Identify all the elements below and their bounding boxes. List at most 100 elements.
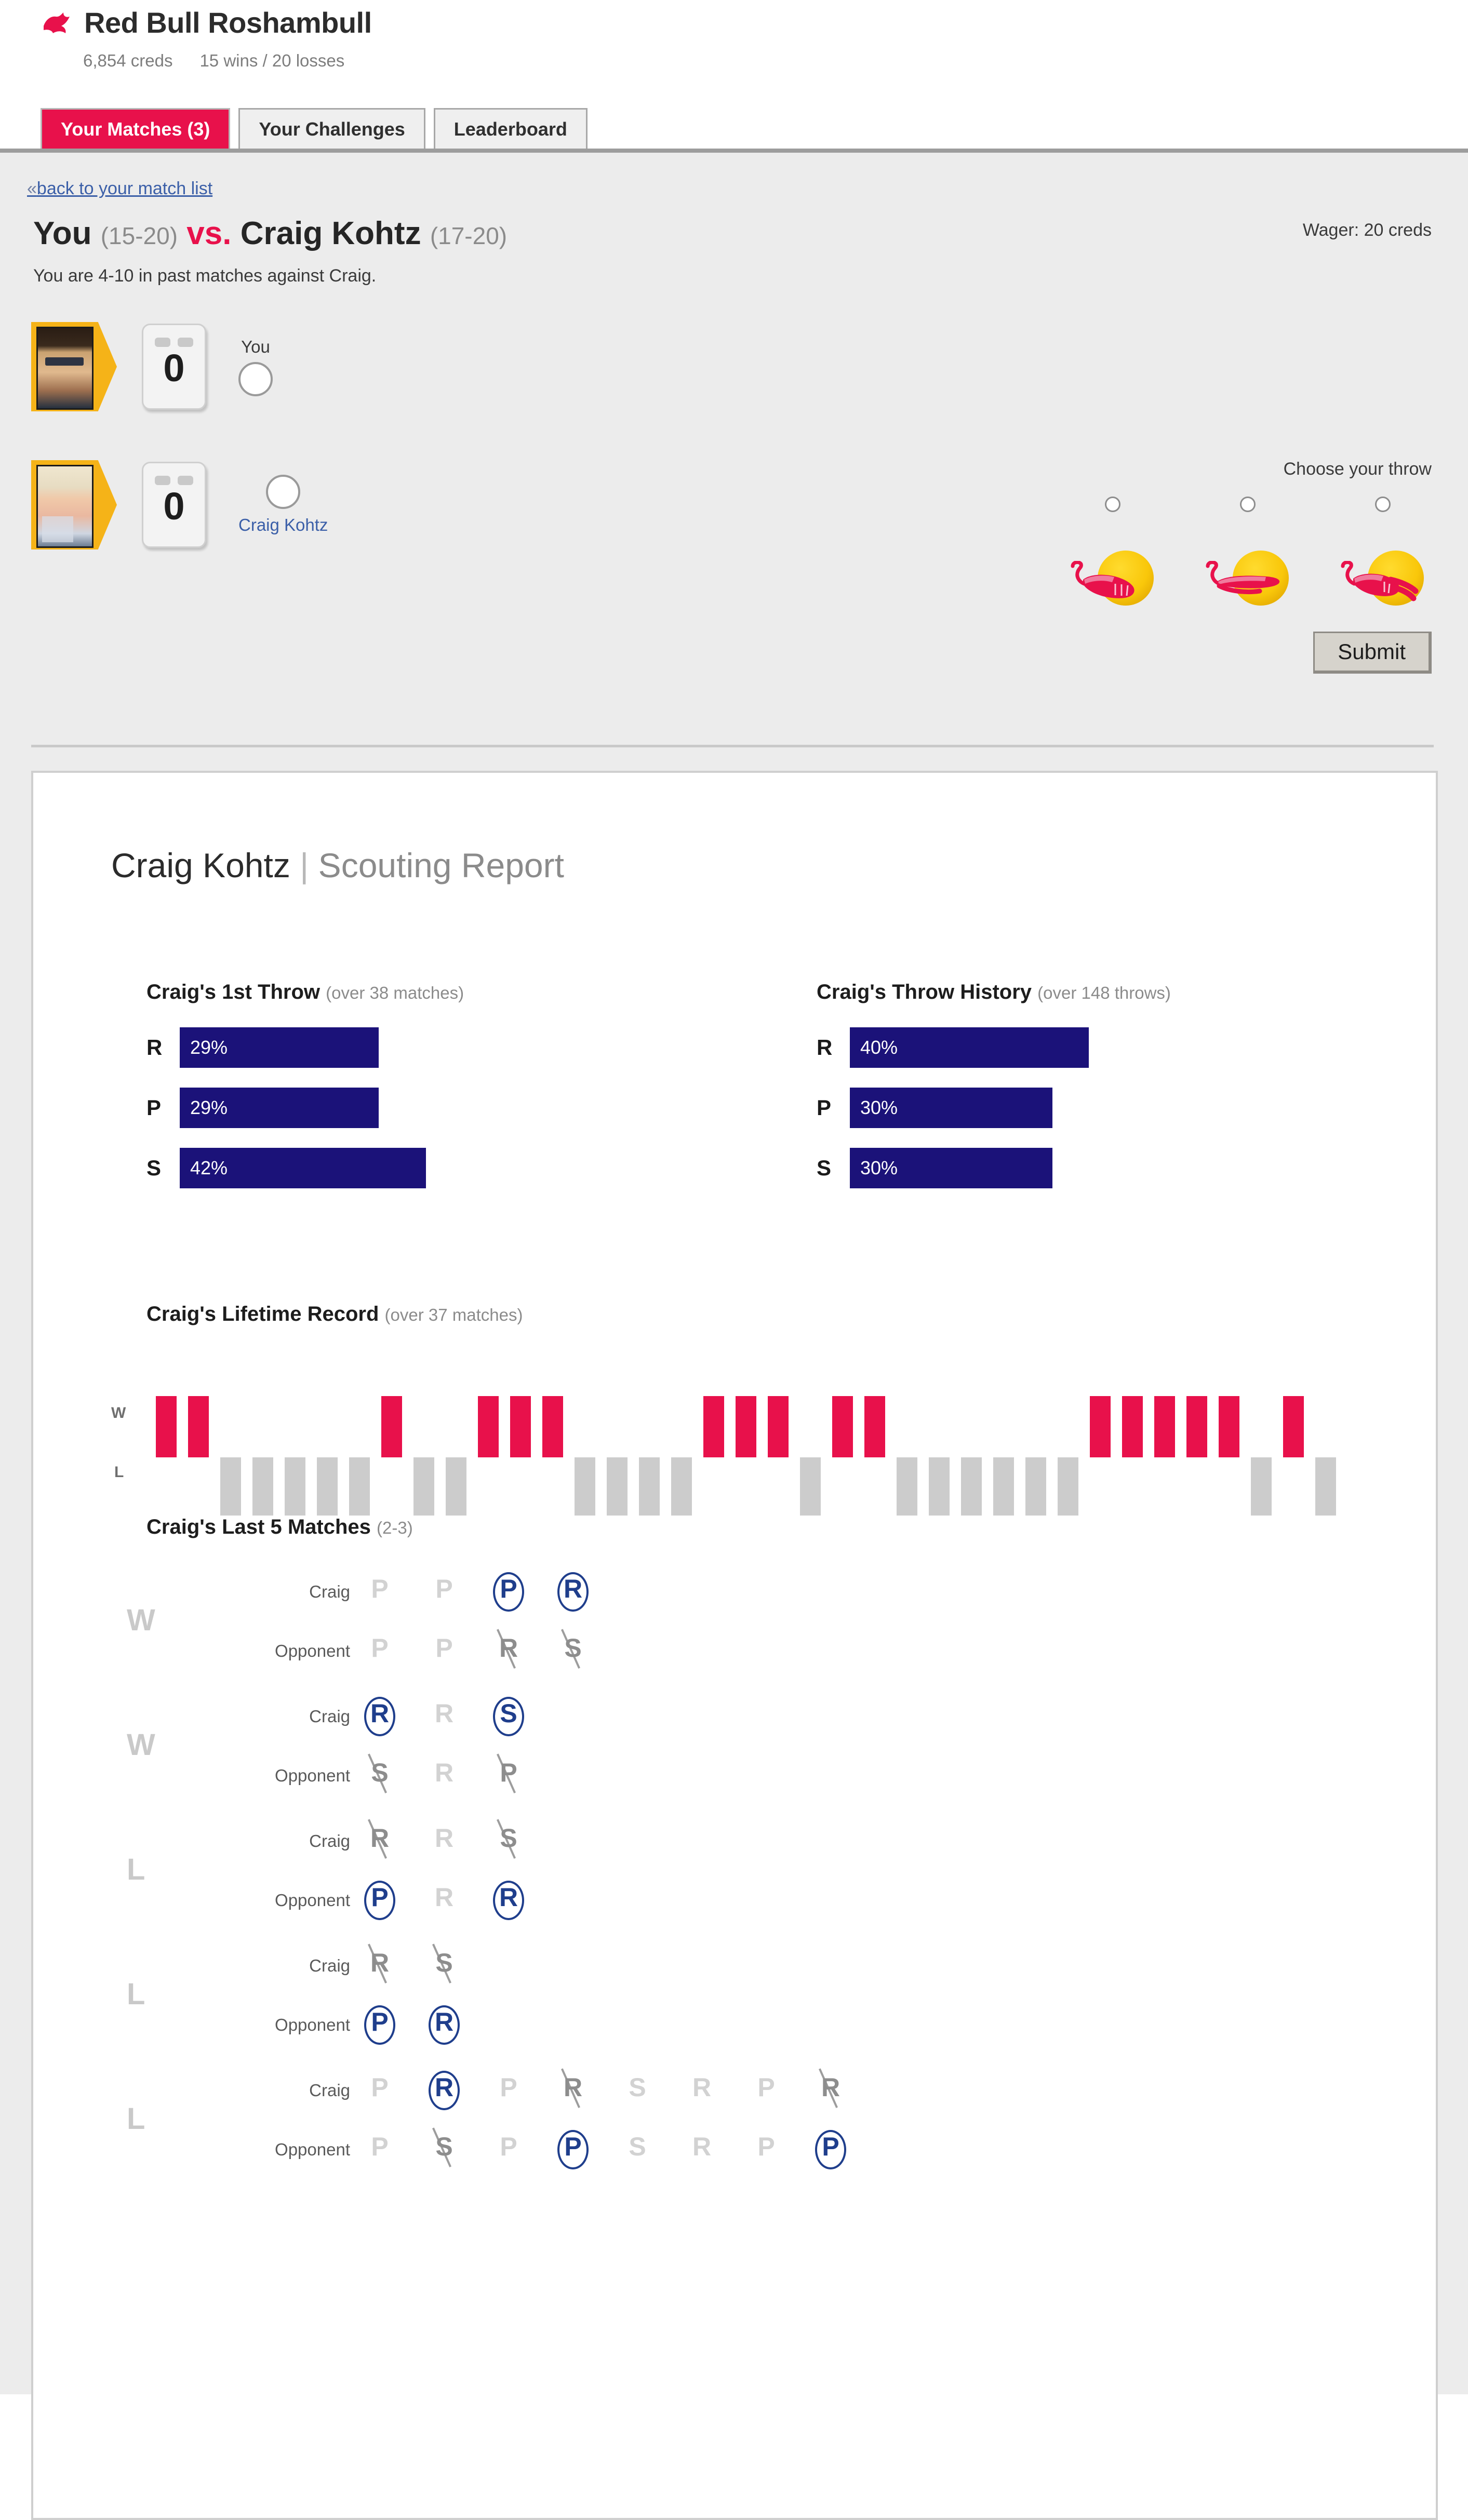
radio-paper[interactable]: [1240, 497, 1256, 512]
throw-cell: R: [556, 1574, 620, 1610]
throw-cell: P: [427, 1633, 491, 1669]
throw-cell: P: [556, 2132, 620, 2168]
your-record: (15-20): [101, 222, 178, 249]
throw-letter: S: [427, 2134, 461, 2160]
back-to-match-list-link[interactable]: «back to your match list: [27, 179, 212, 199]
match-throw-row: CraigRRS: [194, 1698, 556, 1735]
throw-glyph-lose: S: [491, 1823, 526, 1859]
lifetime-slot: [860, 1396, 892, 1516]
throw-glyph-lose: R: [363, 1823, 397, 1859]
throw-letter: S: [620, 2134, 655, 2160]
bar-category-label: P: [817, 1095, 850, 1120]
lifetime-loss-bar: [252, 1457, 273, 1516]
throw-row-player-label: Craig: [194, 2081, 363, 2100]
throw-glyph-win: S: [491, 1698, 526, 1735]
bar-category-label: S: [817, 1156, 850, 1181]
throw-glyph-tie: P: [363, 2072, 397, 2109]
throw-cell: S: [556, 1633, 620, 1669]
record-value: 15 wins / 20 losses: [199, 51, 344, 71]
tab-your-challenges[interactable]: Your Challenges: [238, 108, 425, 149]
lifetime-slot: [1182, 1396, 1215, 1516]
lifetime-win-bar: [703, 1396, 724, 1457]
throw-cell: R: [556, 2072, 620, 2109]
lifetime-win-bar: [1122, 1396, 1143, 1457]
bar-row: P29%: [146, 1088, 426, 1128]
lifetime-loss-bar: [1058, 1457, 1078, 1516]
throw-option-scissors[interactable]: [1336, 497, 1430, 608]
throw-letter: S: [620, 2074, 655, 2100]
avatar-photo-opponent: [36, 465, 94, 548]
lifetime-slot: [925, 1396, 957, 1516]
throw-letter: R: [556, 1576, 590, 1602]
lifetime-loss-bar: [929, 1457, 950, 1516]
throw-glyph-win: R: [427, 2072, 461, 2109]
lifetime-record-heading: Craig's Lifetime Record (over 37 matches…: [146, 1303, 523, 1326]
paper-flat-hand-icon[interactable]: [1204, 551, 1292, 608]
site-header: Red Bull Roshambull 6,854 creds 15 wins …: [0, 0, 1468, 104]
rock-fist-icon[interactable]: [1069, 551, 1157, 608]
lifetime-slot: [345, 1396, 377, 1516]
throw-glyph-win: R: [491, 1882, 526, 1919]
lifetime-slot: [313, 1396, 345, 1516]
tab-leaderboard[interactable]: Leaderboard: [434, 108, 588, 149]
throw-glyph-win: P: [363, 2007, 397, 2043]
scorecard-opponent: 0: [142, 462, 206, 548]
lifetime-slot: [1150, 1396, 1182, 1516]
throw-letter: R: [363, 1950, 397, 1976]
throw-option-rock[interactable]: [1066, 497, 1159, 608]
throw-cell: P: [427, 1574, 491, 1610]
lifetime-loss-bar: [285, 1457, 305, 1516]
tab-bar: Your Matches (3) Your Challenges Leaderb…: [0, 104, 1468, 156]
throw-option-paper[interactable]: [1201, 497, 1294, 608]
opponent-name-link[interactable]: Craig Kohtz: [238, 515, 328, 535]
radio-rock[interactable]: [1105, 497, 1120, 512]
throw-letter: P: [813, 2134, 848, 2160]
lifetime-loss-bar: [446, 1457, 466, 1516]
head-to-head-text: You are 4-10 in past matches against Cra…: [33, 266, 376, 286]
throw-glyph-lose: R: [813, 2072, 848, 2109]
throw-cell: P: [363, 1882, 427, 1919]
scorecard-peg-left: [155, 338, 170, 347]
lifetime-loss-bar: [1025, 1457, 1046, 1516]
throw-history-heading-text: Craig's Throw History: [817, 981, 1032, 1003]
throw-letter: R: [427, 2074, 461, 2100]
back-chevron-icon: «: [27, 179, 37, 198]
score-zone: 0 You 0 Craig Koh: [0, 303, 1468, 521]
lifetime-slot: [1247, 1396, 1279, 1516]
lifetime-slot: [796, 1396, 828, 1516]
radio-scissors[interactable]: [1375, 497, 1391, 512]
bar-row: R40%: [817, 1027, 1089, 1068]
bar-row: S42%: [146, 1148, 426, 1188]
lifetime-slot: [506, 1396, 538, 1516]
scissors-hand-icon[interactable]: [1339, 551, 1427, 608]
match-throw-row: CraigRRS: [194, 1823, 556, 1859]
throw-glyph-win: R: [427, 2007, 461, 2043]
throw-cell: R: [363, 1698, 427, 1735]
tab-your-matches[interactable]: Your Matches (3): [41, 108, 230, 149]
throw-cell: S: [620, 2132, 685, 2168]
throw-cell: P: [363, 1633, 427, 1669]
throw-glyph-win: P: [813, 2132, 848, 2168]
throw-glyph-tie: P: [427, 1633, 461, 1669]
lifetime-win-bar: [736, 1396, 756, 1457]
throw-letter: R: [363, 1700, 397, 1726]
throw-cell: P: [491, 1574, 556, 1610]
throw-glyph-tie: P: [363, 1633, 397, 1669]
opponent-throw-indicator: [266, 475, 300, 509]
scouting-report-title: Craig Kohtz | Scouting Report: [111, 846, 564, 885]
throw-cell: R: [491, 1633, 556, 1669]
opponent-name: Craig Kohtz: [241, 216, 421, 251]
bar-fill: 29%: [180, 1027, 379, 1068]
lifetime-slot: [1118, 1396, 1150, 1516]
throw-cell: P: [363, 2007, 427, 2043]
first-throw-note: (over 38 matches): [326, 983, 464, 1002]
lifetime-slot: [1021, 1396, 1053, 1516]
throw-glyph-tie: R: [685, 2072, 719, 2109]
opponent-score-value: 0: [143, 487, 205, 526]
lifetime-slot: [570, 1396, 603, 1516]
submit-button[interactable]: Submit: [1313, 632, 1432, 674]
scorecard-peg-right: [178, 476, 193, 485]
last-5-matches-list: WCraigPPPROpponentPPRSWCraigRRSOpponentS…: [111, 1562, 1347, 2186]
throw-cell: R: [813, 2072, 878, 2109]
scouting-subtitle: Scouting Report: [318, 846, 564, 884]
